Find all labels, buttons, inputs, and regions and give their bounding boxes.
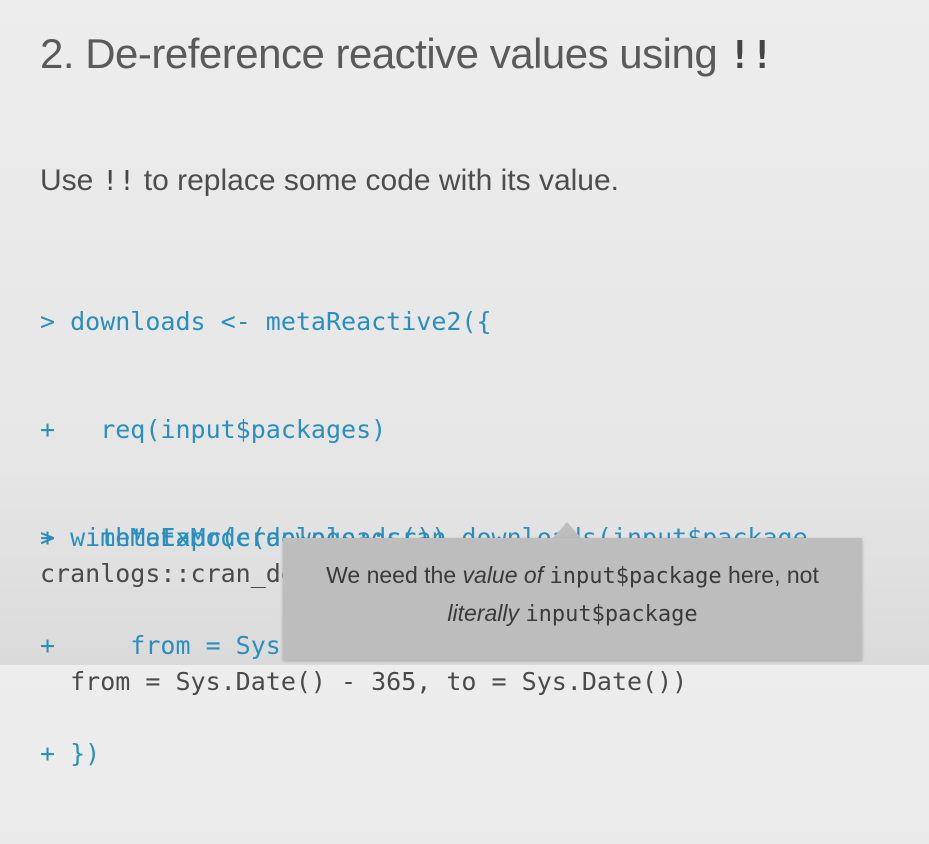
lead-bang-operator: !! — [101, 164, 136, 197]
title-bang-operator: !! — [728, 33, 774, 77]
title-text: 2. De-reference reactive values using — [40, 30, 718, 77]
annotation-tooltip: We need the value of input$package here,… — [283, 538, 862, 660]
tooltip-arrow — [553, 522, 581, 538]
tooltip-code-input-package: input$package — [549, 564, 722, 589]
tooltip-line-2: literally input$package — [283, 600, 862, 627]
tooltip-emphasis-value: value of — [462, 562, 544, 588]
tooltip-code-input-package-2: input$package — [525, 602, 698, 627]
code-line: > downloads <- metaReactive2({ — [40, 307, 492, 336]
tooltip-line-1: We need the value of input$package here,… — [283, 562, 862, 589]
tooltip-emphasis-literally: literally — [447, 600, 519, 626]
lead-after: to replace some code with its value. — [143, 164, 620, 197]
code-line: + req(input$packages) — [40, 415, 387, 444]
tooltip-prefix: We need the — [326, 562, 463, 588]
tooltip-suffix: here, not — [721, 562, 819, 588]
code-output-line: from = Sys.Date() - 365, to = Sys.Date()… — [40, 667, 688, 696]
slide-title: 2. De-reference reactive values using !! — [40, 30, 774, 78]
lead-before: Use — [40, 164, 94, 197]
slide: 2. De-reference reactive values using !!… — [0, 0, 929, 768]
lead-text: Use !! to replace some code with its val… — [40, 164, 619, 198]
